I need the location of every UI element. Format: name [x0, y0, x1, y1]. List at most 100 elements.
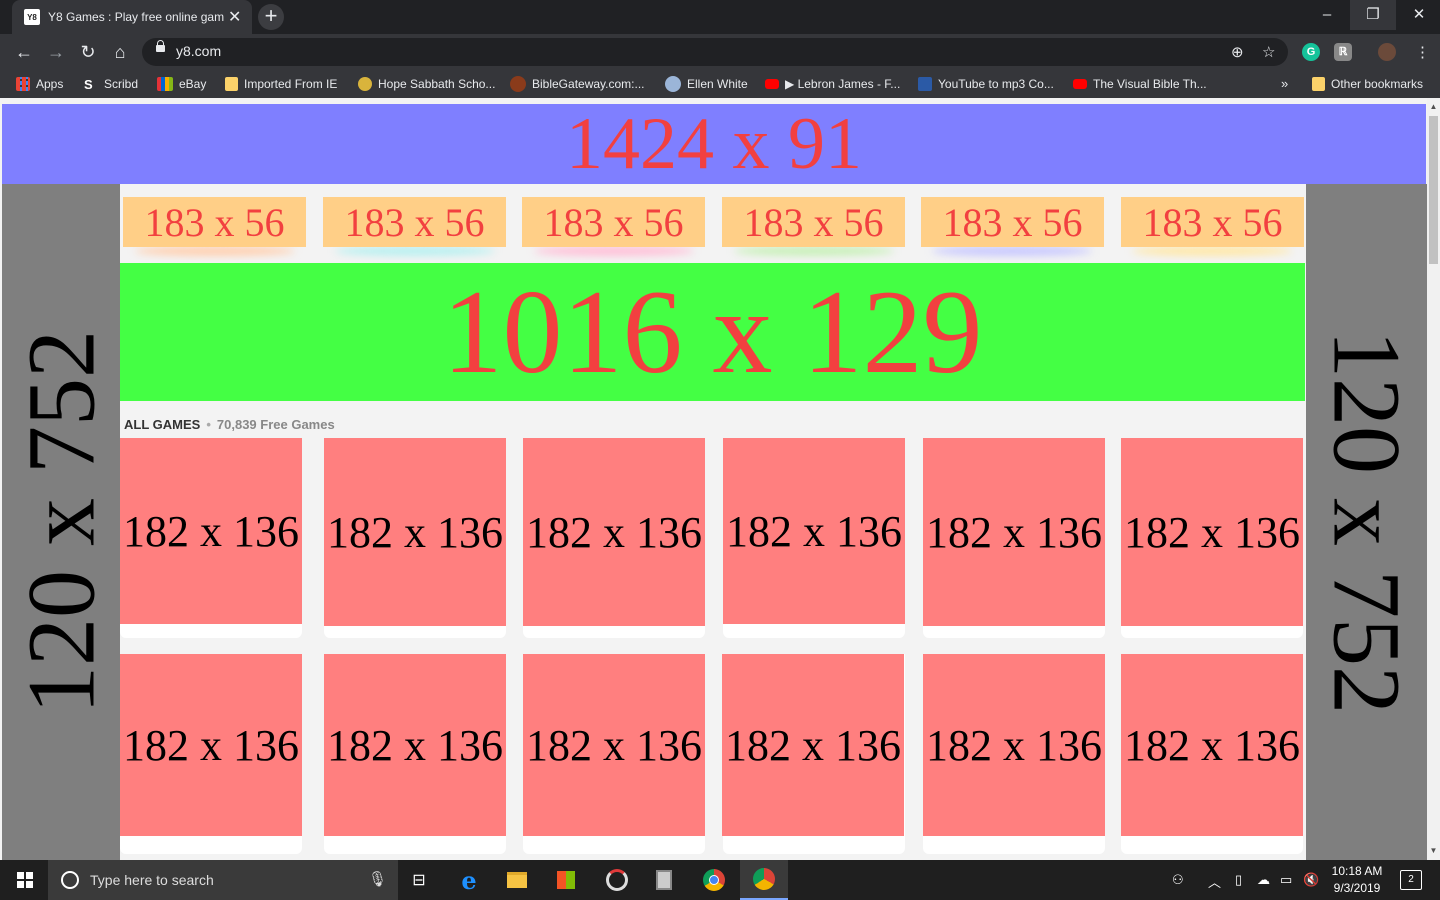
game-thumbnail[interactable]: 182 x 136 — [120, 654, 302, 836]
game-thumbnail[interactable]: 182 x 136 — [1121, 654, 1303, 836]
pill-shadow — [932, 246, 1092, 256]
address-bar[interactable] — [142, 38, 1288, 66]
game-thumbnail[interactable]: 182 x 136 — [923, 438, 1105, 626]
category-pill[interactable]: 183 x 56 — [522, 197, 705, 247]
separator-dot: • — [206, 417, 211, 432]
app-ring-icon[interactable] — [593, 860, 641, 900]
category-pill[interactable]: 183 x 56 — [1121, 197, 1304, 247]
new-tab-button[interactable]: + — [258, 4, 284, 30]
scribd-icon: S — [84, 77, 93, 92]
scrollbar-thumb[interactable] — [1429, 116, 1438, 264]
game-thumbnail[interactable]: 182 x 136 — [1121, 438, 1303, 626]
chrome-profile-icon[interactable] — [740, 860, 788, 900]
bookmark-visual-bible[interactable]: The Visual Bible Th... — [1073, 70, 1207, 98]
store-icon[interactable] — [542, 860, 590, 900]
network-icon[interactable]: ▭ — [1280, 872, 1292, 888]
edge-browser-icon[interactable]: e — [445, 860, 493, 900]
install-icon[interactable]: ⊕ — [1231, 43, 1244, 61]
pill-shadow — [335, 246, 495, 256]
close-tab-icon[interactable]: ✕ — [228, 7, 241, 27]
home-button[interactable]: ⌂ — [108, 41, 132, 63]
section-heading: ALL GAMES • 70,839 Free Games — [124, 417, 335, 432]
clock-date: 9/3/2019 — [1333, 881, 1381, 895]
close-window-button[interactable]: ✕ — [1396, 0, 1440, 30]
other-bookmarks[interactable]: Other bookmarks — [1312, 70, 1423, 98]
bookmark-lebron-james[interactable]: ▶ Lebron James - F... — [765, 70, 900, 98]
game-thumbnail[interactable]: 182 x 136 — [324, 438, 506, 626]
restore-button[interactable]: ❐ — [1350, 0, 1396, 30]
onedrive-icon[interactable]: ☁ — [1257, 872, 1270, 888]
bookmark-youtube-mp3[interactable]: YouTube to mp3 Co... — [918, 70, 1054, 98]
cortana-icon[interactable] — [61, 871, 79, 889]
microphone-icon[interactable]: 🎙 — [368, 870, 387, 888]
game-thumbnail[interactable]: 182 x 136 — [523, 438, 705, 626]
game-thumbnail[interactable]: 182 x 136 — [723, 438, 905, 624]
category-pill[interactable]: 183 x 56 — [323, 197, 506, 247]
youtube-icon — [1073, 79, 1087, 89]
pill-shadow — [734, 246, 894, 256]
task-view-icon[interactable]: ⊟ — [395, 860, 443, 900]
game-thumbnail[interactable]: 182 x 136 — [722, 654, 904, 836]
back-button[interactable]: ← — [12, 41, 36, 63]
forward-button[interactable]: → — [44, 41, 68, 63]
youtube-icon — [765, 79, 779, 89]
scroll-up-arrow-icon[interactable]: ▲ — [1427, 100, 1440, 114]
game-thumbnail[interactable]: 182 x 136 — [523, 654, 705, 836]
lock-icon[interactable] — [156, 40, 165, 52]
bookmark-scribd[interactable]: S Scribd — [84, 70, 138, 98]
section-title[interactable]: ALL GAMES — [124, 417, 200, 432]
bookmark-ebay[interactable]: eBay — [157, 70, 206, 98]
category-pill[interactable]: 183 x 56 — [123, 197, 306, 247]
profile-avatar[interactable] — [1378, 43, 1396, 61]
y8-favicon-icon: Y8 — [24, 9, 40, 25]
bookmark-hope-sabbath[interactable]: Hope Sabbath Scho... — [358, 70, 495, 98]
right-side-ad-placeholder[interactable]: 120 x 752 — [1306, 184, 1427, 860]
ebay-icon — [157, 77, 173, 91]
people-icon[interactable]: ⚇ — [1172, 872, 1184, 888]
url-text[interactable]: y8.com — [176, 43, 221, 59]
bookmark-imported-from-ie[interactable]: Imported From IE — [225, 70, 337, 98]
calculator-icon[interactable] — [640, 860, 688, 900]
bookmark-apps[interactable]: Apps — [16, 70, 63, 98]
extension-icon[interactable]: ℝ — [1334, 43, 1352, 61]
bookmark-star-icon[interactable]: ☆ — [1262, 43, 1275, 61]
bookmark-ellen-white[interactable]: Ellen White — [665, 70, 748, 98]
volume-muted-icon[interactable]: 🔇 — [1303, 872, 1319, 888]
pill-shadow — [135, 246, 295, 256]
globe-icon — [665, 76, 681, 92]
game-thumbnail[interactable]: 182 x 136 — [120, 438, 302, 624]
ytmp3-icon — [918, 77, 932, 91]
action-center-icon[interactable]: 2 — [1400, 870, 1422, 890]
taskbar-clock[interactable]: 10:18 AM 9/3/2019 — [1326, 863, 1388, 897]
windows-logo-icon — [17, 872, 33, 888]
category-pill[interactable]: 183 x 56 — [921, 197, 1104, 247]
left-side-ad-placeholder[interactable]: 120 x 752 — [2, 184, 120, 860]
more-bookmarks-button[interactable]: » — [1281, 76, 1288, 91]
show-hidden-icons-icon[interactable]: ︿ — [1208, 872, 1221, 891]
top-ad-placeholder[interactable]: 1424 x 91 — [2, 104, 1426, 184]
category-pill[interactable]: 183 x 56 — [722, 197, 905, 247]
hope-icon — [358, 77, 372, 91]
folder-icon — [225, 77, 238, 91]
bookmark-biblegateway[interactable]: BibleGateway.com:... — [510, 70, 645, 98]
taskbar-search-input[interactable]: Type here to search — [90, 872, 214, 888]
usb-icon[interactable]: ▯ — [1235, 872, 1242, 888]
pill-shadow — [1132, 246, 1292, 256]
game-count: 70,839 Free Games — [216, 417, 335, 432]
menu-dots-icon[interactable]: ⋮ — [1415, 43, 1430, 61]
chrome-icon[interactable] — [690, 860, 738, 900]
file-explorer-icon[interactable] — [493, 860, 541, 900]
banner-ad-placeholder[interactable]: 1016 x 129 — [120, 263, 1305, 401]
grammarly-extension-icon[interactable]: G — [1302, 43, 1320, 61]
pill-shadow — [534, 246, 694, 256]
tab-title: Y8 Games : Play free online games — [48, 10, 224, 24]
minimize-button[interactable]: – — [1304, 0, 1350, 30]
game-thumbnail[interactable]: 182 x 136 — [324, 654, 506, 836]
reload-button[interactable]: ↻ — [76, 41, 100, 63]
browser-tab[interactable]: Y8 Y8 Games : Play free online games ✕ — [12, 0, 252, 34]
folder-icon — [1312, 77, 1325, 91]
biblegateway-icon — [510, 76, 526, 92]
game-thumbnail[interactable]: 182 x 136 — [923, 654, 1105, 836]
clock-time: 10:18 AM — [1331, 864, 1383, 878]
scroll-down-arrow-icon[interactable]: ▼ — [1427, 844, 1440, 858]
